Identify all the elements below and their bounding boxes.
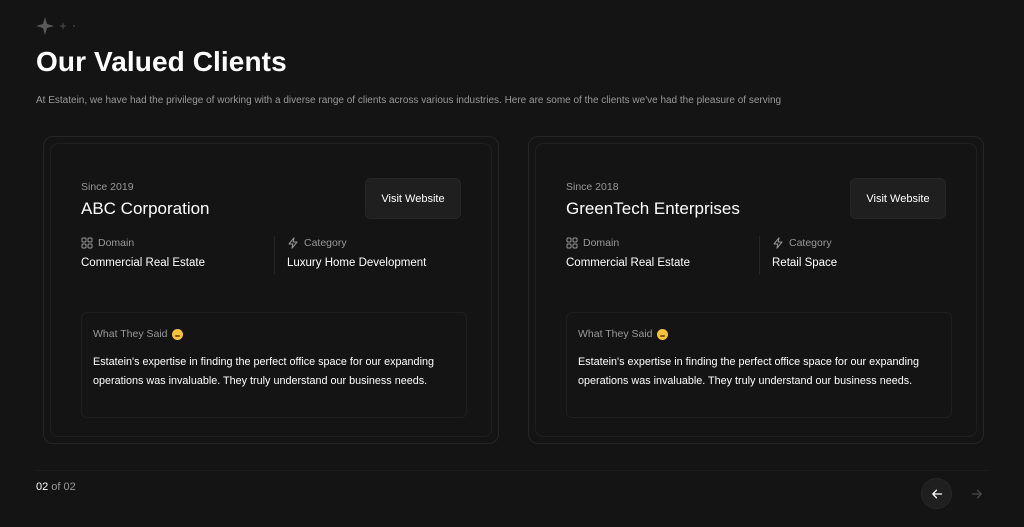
testimonial-label: What They Said <box>93 328 168 340</box>
testimonial-box: What They Said Estatein's expertise in f… <box>566 312 952 418</box>
grid-icon <box>566 237 578 249</box>
section-divider <box>36 470 988 471</box>
client-category: Category Retail Space <box>772 236 837 269</box>
testimonial-text: Estatein's expertise in finding the perf… <box>578 356 919 387</box>
client-name: ABC Corporation <box>81 199 210 218</box>
domain-value: Commercial Real Estate <box>81 257 205 269</box>
client-card: Since 2018 GreenTech Enterprises Visit W… <box>528 136 984 444</box>
visit-website-button[interactable]: Visit Website <box>850 178 946 219</box>
domain-label: Domain <box>583 237 620 249</box>
lightning-icon <box>288 237 298 249</box>
testimonial-box: What They Said Estatein's expertise in f… <box>81 312 467 418</box>
hugging-face-emoji-icon <box>656 328 668 340</box>
category-label: Category <box>789 237 832 249</box>
page-title: Our Valued Clients <box>36 46 287 77</box>
pagination-current: 02 <box>36 481 49 493</box>
client-category: Category Luxury Home Development <box>287 236 426 269</box>
arrow-right-icon <box>971 489 982 498</box>
client-domain: Domain Commercial Real Estate <box>81 236 205 269</box>
domain-value: Commercial Real Estate <box>566 257 690 269</box>
domain-label: Domain <box>98 237 135 249</box>
meta-divider <box>759 236 760 274</box>
hugging-face-emoji-icon <box>171 328 183 340</box>
pagination-total: of 02 <box>48 481 76 493</box>
category-value: Luxury Home Development <box>287 257 427 269</box>
client-card: Since 2019 ABC Corporation Visit Website… <box>43 136 499 444</box>
visit-website-button[interactable]: Visit Website <box>365 178 461 219</box>
client-domain: Domain Commercial Real Estate <box>566 236 690 269</box>
next-button[interactable] <box>961 478 992 509</box>
previous-button[interactable] <box>921 478 952 509</box>
client-since: Since 2018 <box>566 181 619 193</box>
page-description: At Estatein, we have had the privilege o… <box>36 95 782 106</box>
category-value: Retail Space <box>772 257 838 269</box>
sparkles-icon <box>36 16 96 36</box>
pagination-counter: 02 of 02 <box>36 481 76 493</box>
meta-divider <box>274 236 275 274</box>
client-name: GreenTech Enterprises <box>566 199 740 218</box>
category-label: Category <box>304 237 347 249</box>
arrow-left-icon <box>931 489 942 498</box>
grid-icon <box>81 237 93 249</box>
testimonial-label: What They Said <box>578 328 653 340</box>
testimonial-text: Estatein's expertise in finding the perf… <box>93 356 434 387</box>
client-since: Since 2019 <box>81 181 134 193</box>
lightning-icon <box>773 237 783 249</box>
